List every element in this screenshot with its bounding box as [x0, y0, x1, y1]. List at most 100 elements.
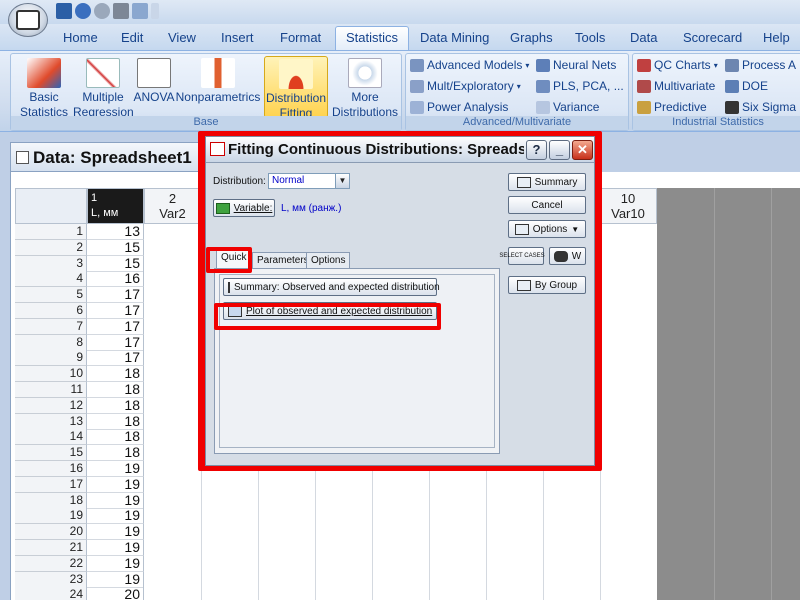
row-header[interactable]: 20	[15, 524, 87, 541]
row-header[interactable]: 18	[15, 492, 87, 509]
tab-data[interactable]: Data	[630, 30, 657, 45]
table-cell[interactable]: 20	[87, 587, 144, 600]
cancel-button[interactable]: Cancel	[508, 196, 586, 214]
column-header-2[interactable]: 2 Var2	[144, 188, 201, 224]
table-cell[interactable]: 15	[87, 255, 144, 272]
anova-button[interactable]: ANOVA	[133, 56, 175, 118]
column-header-10[interactable]: 10 Var10	[599, 188, 657, 224]
row-header[interactable]: 21	[15, 540, 87, 556]
tab-format[interactable]: Format	[280, 30, 321, 45]
table-cell[interactable]: 17	[87, 334, 144, 351]
predictive-button[interactable]: Predictive	[637, 100, 707, 114]
row-header[interactable]: 22	[15, 555, 87, 572]
table-cell[interactable]: 19	[87, 540, 144, 556]
tab-graphs[interactable]: Graphs	[510, 30, 553, 45]
row-header[interactable]: 2	[15, 239, 87, 256]
table-cell[interactable]: 13	[87, 224, 144, 240]
row-header[interactable]: 1	[15, 224, 87, 240]
table-cell[interactable]: 17	[87, 318, 144, 335]
row-header[interactable]: 24	[15, 587, 87, 600]
doe-button[interactable]: DOE	[725, 79, 768, 93]
table-cell[interactable]: 19	[87, 555, 144, 572]
pls-pca-button[interactable]: PLS, PCA, ...	[536, 79, 624, 93]
row-header[interactable]: 3	[15, 255, 87, 272]
tab-help[interactable]: Help	[763, 30, 790, 45]
dialog-title-bar[interactable]: Fitting Continuous Distributions: Spread…	[206, 137, 594, 163]
row-header[interactable]: 4	[15, 271, 87, 288]
qc-charts-button[interactable]: QC Charts ▾	[637, 58, 718, 72]
options-button[interactable]: Options ▼	[508, 220, 586, 238]
table-cell[interactable]: 17	[87, 287, 144, 304]
weight-button[interactable]: W	[549, 247, 586, 265]
table-cell[interactable]: 17	[87, 350, 144, 367]
layout-icon[interactable]	[132, 3, 148, 19]
row-header[interactable]: 8	[15, 334, 87, 351]
tab-statistics[interactable]: Statistics	[335, 26, 410, 50]
table-cell[interactable]: 19	[87, 492, 144, 509]
table-cell[interactable]: 19	[87, 508, 144, 525]
tab-view[interactable]: View	[168, 30, 196, 45]
basic-statistics-button[interactable]: Basic Statistics	[15, 56, 73, 119]
distribution-select[interactable]: Normal ▼	[268, 173, 350, 189]
row-header[interactable]: 12	[15, 397, 87, 414]
help-button[interactable]: ?	[526, 140, 547, 160]
row-header[interactable]: 13	[15, 413, 87, 430]
row-header[interactable]: 16	[15, 461, 87, 477]
save-icon[interactable]	[56, 3, 72, 19]
advanced-models-button[interactable]: Advanced Models ▾	[410, 58, 529, 72]
summary-button[interactable]: Summary	[508, 173, 586, 191]
column-header-1[interactable]: 1 L, мм	[87, 188, 144, 224]
process-analysis-button[interactable]: Process A	[725, 58, 796, 72]
table-cell[interactable]: 19	[87, 476, 144, 493]
table-cell[interactable]: 18	[87, 382, 144, 398]
by-group-button[interactable]: By Group	[508, 276, 586, 294]
tab-parameters[interactable]: Parameters	[252, 252, 314, 269]
customize-qat-icon[interactable]	[151, 3, 159, 19]
spreadsheet-title-bar[interactable]: Data: Spreadsheet1	[10, 142, 230, 172]
six-sigma-button[interactable]: Six Sigma	[725, 100, 796, 114]
table-cell[interactable]: 16	[87, 271, 144, 288]
undo-icon[interactable]	[75, 3, 91, 19]
variance-button[interactable]: Variance	[536, 100, 599, 114]
row-header[interactable]: 15	[15, 445, 87, 462]
grid-corner[interactable]	[15, 188, 87, 224]
row-header[interactable]: 5	[15, 287, 87, 304]
close-button[interactable]: ✕	[572, 140, 593, 160]
row-header[interactable]: 19	[15, 508, 87, 525]
table-cell[interactable]: 18	[87, 445, 144, 462]
tab-data-mining[interactable]: Data Mining	[420, 30, 489, 45]
nonparametrics-button[interactable]: Nonparametrics	[175, 56, 261, 118]
multiple-regression-button[interactable]: Multiple Regression	[73, 56, 134, 119]
application-button[interactable]	[8, 3, 48, 37]
table-cell[interactable]: 18	[87, 366, 144, 383]
table-cell[interactable]: 17	[87, 303, 144, 319]
variable-button[interactable]: Variable:	[213, 199, 275, 217]
row-header[interactable]: 23	[15, 571, 87, 588]
power-analysis-button[interactable]: Power Analysis	[410, 100, 508, 114]
distribution-fitting-button[interactable]: Distribution Fitting	[264, 56, 328, 120]
tab-scorecard[interactable]: Scorecard	[683, 30, 742, 45]
table-cell[interactable]: 18	[87, 413, 144, 430]
table-cell[interactable]: 19	[87, 461, 144, 477]
row-header[interactable]: 14	[15, 429, 87, 446]
select-cases-button[interactable]: SELECT CASES S	[499, 247, 553, 265]
row-header[interactable]: 9	[15, 350, 87, 367]
summary-observed-expected-button[interactable]: Summary: Observed and expected distribut…	[223, 278, 440, 296]
tab-tools[interactable]: Tools	[575, 30, 605, 45]
table-cell[interactable]: 15	[87, 239, 144, 256]
print-icon[interactable]	[113, 3, 129, 19]
tab-insert[interactable]: Insert	[221, 30, 254, 45]
row-header[interactable]: 17	[15, 476, 87, 493]
table-cell[interactable]: 18	[87, 429, 144, 446]
more-distributions-button[interactable]: More Distributions	[331, 56, 399, 119]
tab-home[interactable]: Home	[63, 30, 98, 45]
row-header[interactable]: 7	[15, 318, 87, 335]
minimize-button[interactable]: _	[549, 140, 570, 160]
neural-nets-button[interactable]: Neural Nets	[536, 58, 616, 72]
table-cell[interactable]: 19	[87, 571, 144, 588]
redo-icon[interactable]	[94, 3, 110, 19]
row-header[interactable]: 11	[15, 382, 87, 398]
multivariate-button[interactable]: Multivariate	[637, 79, 715, 93]
table-cell[interactable]: 18	[87, 397, 144, 414]
table-cell[interactable]: 19	[87, 524, 144, 541]
